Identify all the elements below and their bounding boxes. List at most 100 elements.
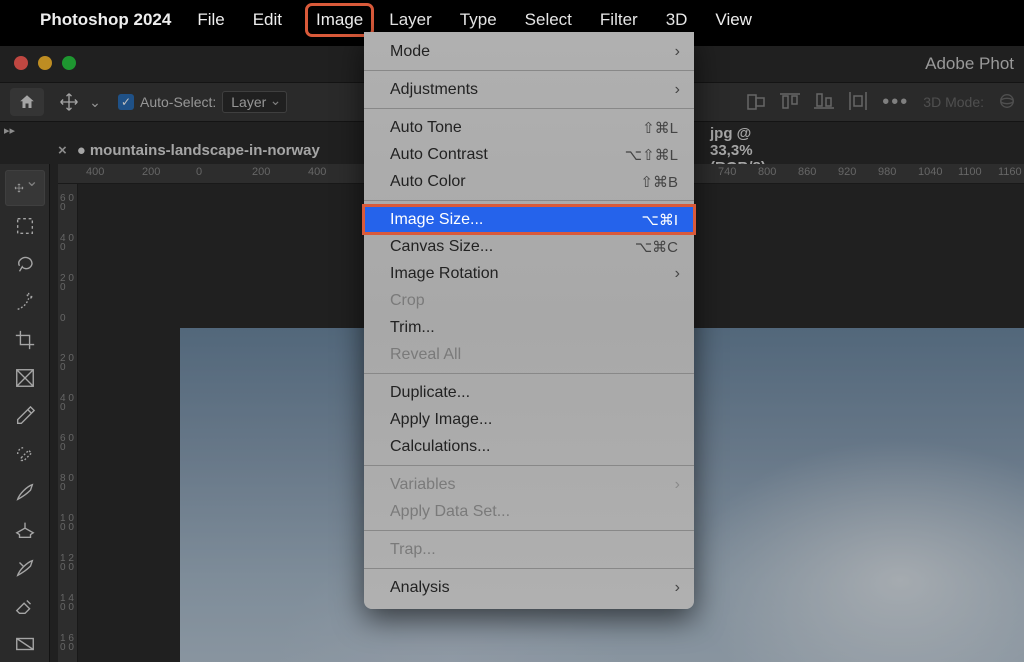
submenu-arrow-icon: › xyxy=(675,43,680,61)
menu-item-calculations[interactable]: Calculations... xyxy=(364,433,694,460)
tool-marquee[interactable] xyxy=(5,208,45,244)
distribute-icon[interactable] xyxy=(848,92,868,113)
menu-select[interactable]: Select xyxy=(525,10,572,30)
tool-healing-brush[interactable] xyxy=(5,436,45,472)
menu-item-label: Mode xyxy=(390,43,678,61)
ruler-tick: 200 xyxy=(252,166,270,178)
tool-preset-dropdown[interactable]: ⌄ xyxy=(86,88,104,116)
tool-brush[interactable] xyxy=(5,474,45,510)
lasso-icon xyxy=(14,253,36,275)
tool-clone-stamp[interactable] xyxy=(5,512,45,548)
tool-eyedropper[interactable] xyxy=(5,398,45,434)
ruler-tick: 740 xyxy=(718,166,736,178)
ruler-tick: 860 xyxy=(798,166,816,178)
tool-gradient[interactable] xyxy=(5,626,45,662)
auto-select-checkbox[interactable]: ✓ xyxy=(118,94,134,110)
menu-item-label: Auto Color xyxy=(390,173,640,191)
auto-select-target-select[interactable]: Layer xyxy=(222,91,287,113)
close-window-button[interactable] xyxy=(14,56,28,70)
menu-separator xyxy=(364,465,694,466)
menu-item-adjustments[interactable]: Adjustments› xyxy=(364,76,694,103)
menu-item-canvas-size[interactable]: Canvas Size...⌥⌘C xyxy=(364,233,694,260)
3d-orbit-icon[interactable] xyxy=(998,92,1016,113)
window-controls xyxy=(14,56,76,70)
history-brush-icon xyxy=(14,557,36,579)
move-icon xyxy=(14,177,24,199)
menu-item-variables: Variables› xyxy=(364,471,694,498)
maximize-window-button[interactable] xyxy=(62,56,76,70)
menu-item-auto-tone[interactable]: Auto Tone⇧⌘L xyxy=(364,114,694,141)
ruler-tick: 400 xyxy=(308,166,326,178)
document-tab[interactable]: × ● mountains-landscape-in-norway jpg @ … xyxy=(58,136,320,164)
window-title: Adobe Phot xyxy=(925,54,1014,74)
menu-item-reveal-all: Reveal All xyxy=(364,341,694,368)
menu-item-duplicate[interactable]: Duplicate... xyxy=(364,379,694,406)
clone-stamp-icon xyxy=(14,519,36,541)
3d-mode-label: 3D Mode: xyxy=(923,94,984,110)
submenu-arrow-icon: › xyxy=(675,81,680,99)
menu-item-label: Apply Data Set... xyxy=(390,503,678,521)
menu-item-shortcut: ⌥⇧⌘L xyxy=(625,146,678,164)
expand-panels-button[interactable]: ▸▸ xyxy=(4,124,15,137)
menu-separator xyxy=(364,373,694,374)
app-name[interactable]: Photoshop 2024 xyxy=(40,10,171,30)
menu-filter[interactable]: Filter xyxy=(600,10,638,30)
menu-image[interactable]: Image xyxy=(310,8,369,32)
menu-separator xyxy=(364,108,694,109)
ruler-tick: 2 0 0 xyxy=(60,274,76,292)
align-bottom-icon[interactable] xyxy=(814,92,834,113)
menu-separator xyxy=(364,568,694,569)
menu-item-label: Crop xyxy=(390,292,678,310)
menu-item-analysis[interactable]: Analysis› xyxy=(364,574,694,601)
auto-select-group: ✓ Auto-Select: Layer xyxy=(118,91,287,113)
align-left-icon[interactable] xyxy=(746,93,766,111)
submenu-arrow-icon: › xyxy=(675,265,680,283)
menu-item-image-rotation[interactable]: Image Rotation› xyxy=(364,260,694,287)
close-tab-button[interactable]: × xyxy=(58,142,67,159)
menu-item-label: Analysis xyxy=(390,579,678,597)
menu-item-auto-color[interactable]: Auto Color⇧⌘B xyxy=(364,168,694,195)
tool-history-brush[interactable] xyxy=(5,550,45,586)
submenu-arrow-icon: › xyxy=(675,476,680,494)
menu-item-label: Auto Tone xyxy=(390,119,642,137)
menu-item-label: Image Size... xyxy=(390,211,642,229)
menu-edit[interactable]: Edit xyxy=(253,10,282,30)
tool-eraser[interactable] xyxy=(5,588,45,624)
menu-item-apply-image[interactable]: Apply Image... xyxy=(364,406,694,433)
menu-item-label: Duplicate... xyxy=(390,384,678,402)
menu-item-crop: Crop xyxy=(364,287,694,314)
menu-item-apply-data-set: Apply Data Set... xyxy=(364,498,694,525)
document-name-left: mountains-landscape-in-norway xyxy=(90,142,320,159)
menu-file[interactable]: File xyxy=(197,10,224,30)
menu-item-auto-contrast[interactable]: Auto Contrast⌥⇧⌘L xyxy=(364,141,694,168)
menu-item-shortcut: ⌥⌘C xyxy=(635,238,678,256)
tool-move[interactable] xyxy=(5,170,45,206)
tool-magic-wand[interactable] xyxy=(5,284,45,320)
auto-select-label: Auto-Select: xyxy=(140,94,216,110)
menu-item-label: Trim... xyxy=(390,319,678,337)
menu-type[interactable]: Type xyxy=(460,10,497,30)
ruler-tick: 0 xyxy=(60,314,76,323)
vertical-ruler[interactable]: 6 0 04 0 02 0 002 0 04 0 06 0 08 0 01 0 … xyxy=(58,184,78,662)
more-options-button[interactable]: ••• xyxy=(882,91,909,114)
menu-item-image-size[interactable]: Image Size...⌥⌘I xyxy=(364,206,694,233)
ruler-tick: 4 0 0 xyxy=(60,394,76,412)
move-icon xyxy=(59,92,79,112)
menu-item-mode[interactable]: Mode› xyxy=(364,38,694,65)
home-button[interactable] xyxy=(10,88,44,116)
menu-view[interactable]: View xyxy=(715,10,752,30)
tool-lasso[interactable] xyxy=(5,246,45,282)
current-tool-icon[interactable] xyxy=(54,88,84,116)
tool-crop[interactable] xyxy=(5,322,45,358)
menu-item-trim[interactable]: Trim... xyxy=(364,314,694,341)
menu-item-label: Adjustments xyxy=(390,81,678,99)
menu-layer[interactable]: Layer xyxy=(389,10,432,30)
modified-indicator-icon: ● xyxy=(77,142,86,159)
align-top-icon[interactable] xyxy=(780,92,800,113)
menu-3d[interactable]: 3D xyxy=(666,10,688,30)
tool-frame[interactable] xyxy=(5,360,45,396)
menu-item-shortcut: ⌥⌘I xyxy=(642,211,678,229)
menu-item-label: Image Rotation xyxy=(390,265,678,283)
minimize-window-button[interactable] xyxy=(38,56,52,70)
home-icon xyxy=(18,93,36,111)
